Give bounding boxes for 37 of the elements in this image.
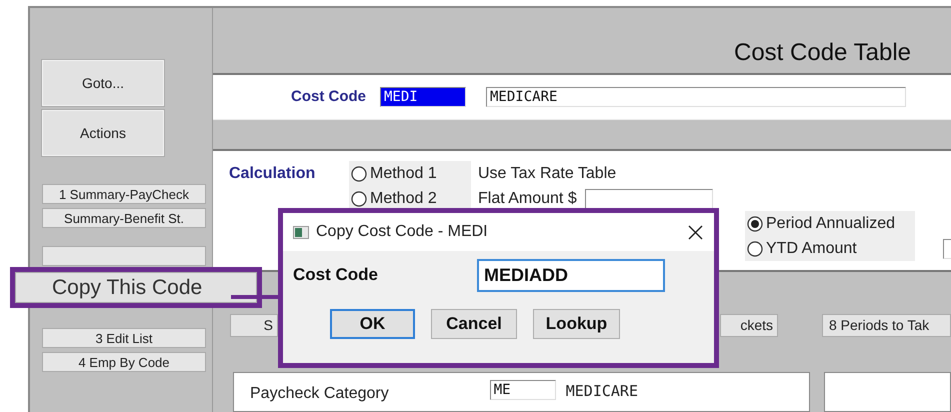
code-field[interactable]: ME xyxy=(490,380,556,400)
dialog-button[interactable]: Cancel xyxy=(431,309,517,339)
report-button[interactable]: 3 Edit List xyxy=(42,328,206,348)
option-text: Flat Amount $ xyxy=(478,190,577,208)
dialog-title: Copy Cost Code - MEDI xyxy=(316,223,489,241)
radio-button[interactable] xyxy=(747,216,763,232)
sidebar-button[interactable]: Actions xyxy=(42,110,164,156)
dialog-button[interactable]: OK xyxy=(330,309,415,339)
radio-button[interactable] xyxy=(747,240,763,257)
close-icon[interactable] xyxy=(687,224,704,240)
option-label: Period Annualized xyxy=(766,214,895,233)
tab-button[interactable]: S xyxy=(230,314,278,337)
field-label: Cost Code xyxy=(293,265,379,285)
dialog-button[interactable]: Lookup xyxy=(533,309,620,339)
section-label: Calculation xyxy=(229,164,316,183)
screen-title: Cost Code Table xyxy=(734,39,911,68)
report-button[interactable]: 1 Summary-PayCheck xyxy=(42,184,206,204)
report-button[interactable]: 4 Emp By Code xyxy=(42,352,206,372)
description-text: MEDICARE xyxy=(566,382,638,400)
field-label: Cost Code xyxy=(291,88,366,106)
window-icon xyxy=(293,226,309,238)
radio-button[interactable] xyxy=(351,190,367,207)
tab-button[interactable]: 8 Periods to Tak xyxy=(822,314,951,337)
code-input[interactable]: MEDIADD xyxy=(477,258,665,292)
copy-button[interactable]: Copy This Code xyxy=(15,272,257,303)
option-label: Method 1 xyxy=(370,164,437,183)
option-text: Use Tax Rate Table xyxy=(478,164,616,183)
sidebar-button[interactable]: Goto... xyxy=(42,60,164,106)
option-label: YTD Amount xyxy=(766,240,857,258)
tab-button[interactable]: ckets xyxy=(720,314,778,337)
report-button[interactable]: Summary-Benefit St. xyxy=(42,208,206,228)
option-label: Method 2 xyxy=(370,190,437,208)
field-label: Paycheck Category xyxy=(250,384,389,403)
amount-field[interactable] xyxy=(584,188,713,209)
description-field[interactable]: MEDICARE xyxy=(486,86,906,107)
code-field[interactable]: MEDI xyxy=(380,86,466,107)
radio-button[interactable] xyxy=(351,166,367,182)
